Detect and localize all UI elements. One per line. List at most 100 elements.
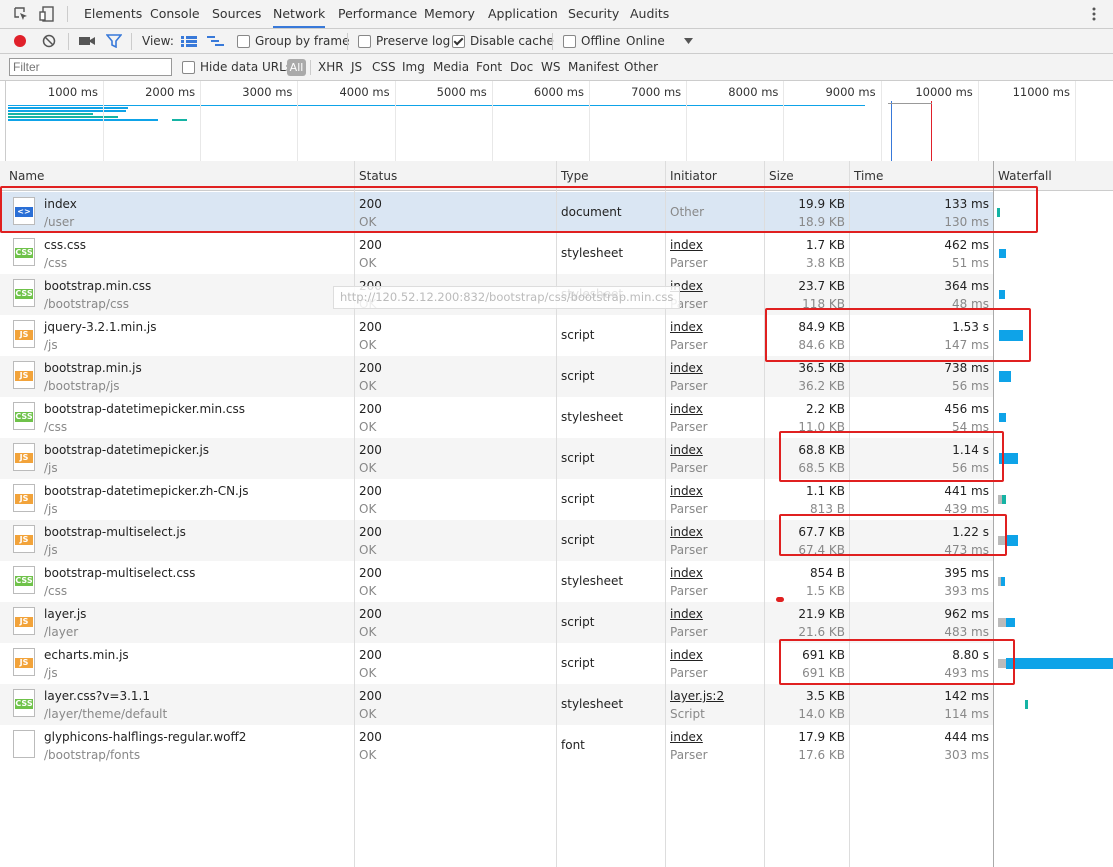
preserve-log-checkbox[interactable]: [358, 35, 371, 48]
css-file-icon: CSS: [13, 279, 35, 307]
type-filter-css[interactable]: CSS: [372, 54, 396, 81]
column-divider: [354, 161, 355, 867]
preserve-log-label: Preserve log: [376, 34, 451, 48]
request-name[interactable]: bootstrap.min.js: [44, 361, 142, 375]
record-icon[interactable]: [13, 34, 27, 48]
tab-audits[interactable]: Audits: [630, 0, 669, 28]
request-name[interactable]: bootstrap-datetimepicker.min.css: [44, 402, 245, 416]
table-row[interactable]: glyphicons-halflings-regular.woff2 /boot…: [0, 725, 993, 766]
request-name[interactable]: glyphicons-halflings-regular.woff2: [44, 730, 246, 744]
waterfall-view-icon[interactable]: [207, 36, 225, 47]
clear-icon[interactable]: [42, 34, 56, 48]
request-name[interactable]: layer.css?v=3.1.1: [44, 689, 150, 703]
request-name[interactable]: bootstrap-multiselect.js: [44, 525, 186, 539]
initiator-link[interactable]: index: [670, 566, 703, 580]
initiator-link[interactable]: index: [670, 525, 703, 539]
initiator-link[interactable]: index: [670, 320, 703, 334]
initiator-type: Parser: [670, 748, 708, 762]
request-name[interactable]: css.css: [44, 238, 86, 252]
request-name[interactable]: bootstrap-multiselect.css: [44, 566, 195, 580]
type-filter-manifest[interactable]: Manifest: [568, 54, 619, 81]
status-code: 200: [359, 566, 382, 580]
status-code: 200: [359, 238, 382, 252]
request-type: script: [561, 451, 595, 465]
status-code: 200: [359, 361, 382, 375]
capture-screenshots-icon[interactable]: [79, 35, 95, 47]
initiator-type: Parser: [670, 338, 708, 352]
offline-checkbox[interactable]: [563, 35, 576, 48]
type-filter-doc[interactable]: Doc: [510, 54, 533, 81]
overview-gridline: [1075, 81, 1076, 161]
tab-sources[interactable]: Sources: [212, 0, 261, 28]
type-filter-ws[interactable]: WS: [541, 54, 560, 81]
initiator-link[interactable]: index: [670, 443, 703, 457]
tab-security[interactable]: Security: [568, 0, 619, 28]
tab-application[interactable]: Application: [488, 0, 558, 28]
table-row[interactable]: CSS css.css /css 200 OK stylesheet index …: [0, 233, 993, 274]
device-toolbar-icon[interactable]: [39, 6, 55, 22]
initiator-type: Parser: [670, 584, 708, 598]
request-type: stylesheet: [561, 574, 624, 588]
highlight-box: [779, 639, 1015, 685]
more-menu-icon[interactable]: [1088, 6, 1100, 22]
request-path: /bootstrap/fonts: [44, 748, 141, 762]
status-text: OK: [359, 543, 377, 557]
table-row[interactable]: JS layer.js /layer 200 OK script index Pa…: [0, 602, 993, 643]
total-time: 441 ms: [944, 484, 989, 498]
transfer-size: 1.7 KB: [806, 238, 845, 252]
tab-network[interactable]: Network: [273, 0, 326, 28]
type-filter-font[interactable]: Font: [476, 54, 502, 81]
network-toolbar: View: Group by frame Preserve log Disabl…: [0, 29, 1113, 54]
initiator-link[interactable]: index: [670, 484, 703, 498]
request-name[interactable]: layer.js: [44, 607, 86, 621]
resource-size: 3.8 KB: [806, 256, 845, 270]
table-row[interactable]: JS bootstrap.min.js /bootstrap/js 200 OK…: [0, 356, 993, 397]
type-filter-other[interactable]: Other: [624, 54, 658, 81]
request-path: /js: [44, 461, 58, 475]
network-overview[interactable]: 1000 ms 2000 ms 3000 ms 4000 ms 5000 ms 6000 …: [0, 81, 1113, 162]
table-row[interactable]: CSS layer.css?v=3.1.1 /layer/theme/defau…: [0, 684, 993, 725]
tab-elements[interactable]: Elements: [84, 0, 142, 28]
type-filter-media[interactable]: Media: [433, 54, 469, 81]
initiator-link[interactable]: index: [670, 648, 703, 662]
filter-input[interactable]: [9, 58, 172, 76]
throttling-select[interactable]: Online: [626, 29, 665, 54]
initiator-type: Parser: [670, 543, 708, 557]
chevron-down-icon[interactable]: [684, 38, 693, 44]
initiator-link[interactable]: index: [670, 607, 703, 621]
type-filter-img[interactable]: Img: [402, 54, 425, 81]
tab-performance[interactable]: Performance: [338, 0, 417, 28]
total-time: 444 ms: [944, 730, 989, 744]
status-text: OK: [359, 584, 377, 598]
request-name[interactable]: bootstrap.min.css: [44, 279, 151, 293]
initiator-link[interactable]: index: [670, 238, 703, 252]
overview-request-bar: [8, 116, 118, 118]
inspect-element-icon[interactable]: [13, 6, 29, 22]
disable-cache-checkbox[interactable]: [452, 35, 465, 48]
initiator-link[interactable]: layer.js:2: [670, 689, 724, 703]
large-rows-icon[interactable]: [181, 36, 197, 47]
hide-data-urls-checkbox[interactable]: [182, 61, 195, 74]
group-by-frame-checkbox[interactable]: [237, 35, 250, 48]
highlight-box: [0, 186, 1038, 233]
latency-time: 483 ms: [944, 625, 989, 639]
tab-console[interactable]: Console: [150, 0, 200, 28]
type-filter-xhr[interactable]: XHR: [318, 54, 344, 81]
initiator-link[interactable]: index: [670, 402, 703, 416]
tab-memory[interactable]: Memory: [424, 0, 475, 28]
waterfall-bar: [1025, 700, 1028, 709]
request-name[interactable]: jquery-3.2.1.min.js: [44, 320, 156, 334]
overview-tick-label: 9000 ms: [825, 85, 876, 99]
initiator-link[interactable]: index: [670, 730, 703, 744]
waterfall-bar: [1006, 535, 1018, 546]
request-path: /js: [44, 543, 58, 557]
request-name[interactable]: echarts.min.js: [44, 648, 129, 662]
initiator-link[interactable]: index: [670, 361, 703, 375]
filter-icon[interactable]: [106, 34, 122, 48]
type-filter-all[interactable]: All: [287, 59, 306, 76]
table-row[interactable]: CSS bootstrap-multiselect.css /css 200 O…: [0, 561, 993, 602]
request-name[interactable]: bootstrap-datetimepicker.zh-CN.js: [44, 484, 248, 498]
css-file-icon: CSS: [13, 402, 35, 430]
type-filter-js[interactable]: JS: [351, 54, 362, 81]
request-name[interactable]: bootstrap-datetimepicker.js: [44, 443, 209, 457]
